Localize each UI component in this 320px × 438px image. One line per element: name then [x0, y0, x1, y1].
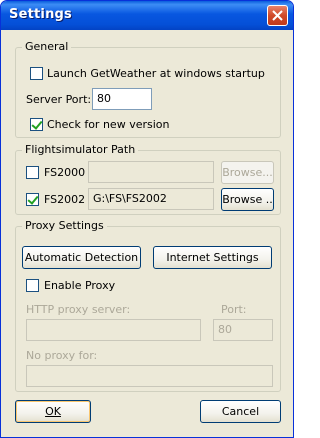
close-icon	[272, 10, 283, 21]
close-button[interactable]	[267, 5, 288, 26]
no-proxy-for-label: No proxy for:	[26, 349, 98, 362]
proxy-port-input[interactable]: 80	[213, 319, 273, 341]
automatic-detection-button[interactable]: Automatic Detection	[22, 246, 141, 269]
proxy-group-title: Proxy Settings	[22, 219, 107, 232]
fs2002-checkbox[interactable]	[26, 193, 39, 206]
settings-window: Settings General Launch GetWeather at wi…	[0, 0, 294, 438]
flightsim-group-title: Flightsimulator Path	[22, 143, 139, 156]
fs2002-path-input[interactable]: G:\FS\FS2002	[88, 188, 214, 210]
launch-at-startup-checkbox[interactable]	[30, 67, 43, 80]
proxy-settings-group: Proxy Settings Automatic Detection Inter…	[15, 219, 281, 392]
window-title: Settings	[9, 7, 72, 22]
general-group: General Launch GetWeather at windows sta…	[15, 40, 281, 138]
fs2000-path-input[interactable]	[88, 161, 214, 183]
http-proxy-server-input[interactable]	[26, 319, 201, 341]
check-new-version-checkbox[interactable]	[30, 118, 43, 131]
fs2000-browse-button[interactable]: Browse...	[221, 161, 274, 184]
title-bar[interactable]: Settings	[1, 1, 293, 30]
fs2000-checkbox[interactable]	[26, 166, 39, 179]
fs2002-browse-button[interactable]: Browse ..	[221, 188, 274, 211]
server-port-input[interactable]: 80	[92, 88, 152, 110]
flightsim-path-group: Flightsimulator Path FS2000 Browse... FS…	[15, 143, 281, 215]
fs2002-label: FS2002	[44, 193, 86, 206]
launch-at-startup-label: Launch GetWeather at windows startup	[47, 67, 265, 80]
fs2000-label: FS2000	[44, 166, 86, 179]
general-group-title: General	[22, 40, 72, 53]
ok-button-label: OK	[45, 405, 61, 418]
dialog-body: General Launch GetWeather at windows sta…	[4, 30, 290, 435]
server-port-label: Server Port:	[26, 93, 92, 106]
check-new-version-label: Check for new version	[47, 118, 170, 131]
no-proxy-for-input[interactable]	[26, 365, 273, 387]
ok-button[interactable]: OK	[15, 400, 91, 423]
cancel-button[interactable]: Cancel	[200, 400, 281, 423]
internet-settings-button[interactable]: Internet Settings	[153, 246, 272, 269]
enable-proxy-label: Enable Proxy	[44, 279, 116, 292]
proxy-port-label: Port:	[221, 303, 247, 316]
enable-proxy-checkbox[interactable]	[26, 279, 39, 292]
http-proxy-server-label: HTTP proxy server:	[26, 303, 131, 316]
